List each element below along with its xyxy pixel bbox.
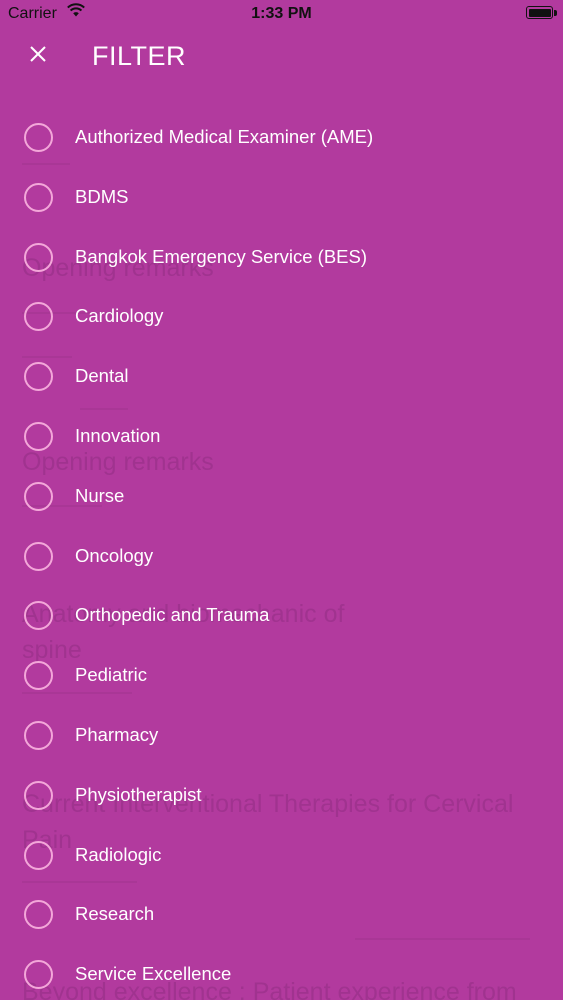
filter-option-label: Authorized Medical Examiner (AME) (75, 126, 374, 147)
filter-option-label: Dental (75, 365, 129, 387)
filter-option-label: Research (75, 903, 155, 925)
radio-button-icon[interactable] (24, 900, 53, 930)
filter-option-orthopedic[interactable]: Orthopedic and Trauma (0, 585, 563, 645)
filter-option-cardiology[interactable]: Cardiology (0, 286, 563, 346)
filter-option-label: Radiologic (75, 843, 162, 865)
filter-option-label: Pharmacy (75, 723, 159, 745)
status-time: 1:33 PM (251, 5, 312, 22)
filter-list: Authorized Medical Examiner (AME) BDMS B… (0, 107, 563, 1000)
filter-option-label: Orthopedic and Trauma (75, 604, 270, 626)
radio-button-icon[interactable] (24, 601, 53, 631)
filter-option-innovation[interactable]: Innovation (0, 406, 563, 466)
radio-button-icon[interactable] (24, 302, 53, 332)
filter-option-ame[interactable]: Authorized Medical Examiner (AME) (0, 107, 563, 167)
filter-option-label: Cardiology (75, 305, 164, 327)
filter-option-label: Nurse (75, 484, 125, 506)
radio-button-icon[interactable] (24, 123, 53, 152)
radio-button-icon[interactable] (24, 541, 53, 571)
filter-option-label: Bangkok Emergency Service (BES) (75, 245, 368, 267)
battery-level (528, 8, 551, 17)
close-icon (30, 46, 46, 62)
filter-option-label: Oncology (75, 544, 154, 566)
radio-button-icon[interactable] (24, 481, 53, 511)
radio-button-icon[interactable] (24, 242, 53, 272)
filter-option-label: BDMS (75, 185, 129, 207)
radio-button-icon[interactable] (24, 840, 53, 870)
battery-icon (526, 6, 553, 19)
filter-option-research[interactable]: Research (0, 884, 563, 944)
filter-option-physiotherapist[interactable]: Physiotherapist (0, 765, 563, 825)
status-bar: Carrier 1:33 PM (0, 0, 563, 30)
filter-option-label: Service Excellence (75, 963, 232, 985)
close-button[interactable] (22, 38, 54, 70)
filter-option-pharmacy[interactable]: Pharmacy (0, 705, 563, 765)
filter-option-dental[interactable]: Dental (0, 346, 563, 406)
filter-header: FILTER (0, 30, 563, 86)
radio-button-icon[interactable] (24, 421, 53, 451)
filter-screen: Opening remarks Opening remarks Anatomy … (0, 0, 563, 1000)
filter-option-nurse[interactable]: Nurse (0, 466, 563, 526)
radio-button-icon[interactable] (24, 780, 53, 810)
filter-option-bdms[interactable]: BDMS (0, 167, 563, 227)
radio-button-icon[interactable] (24, 960, 53, 990)
filter-option-label: Innovation (75, 424, 161, 446)
filter-option-label: Pediatric (75, 664, 147, 686)
filter-option-radiologic[interactable]: Radiologic (0, 825, 563, 885)
battery-tip (554, 10, 557, 16)
radio-button-icon[interactable] (24, 720, 53, 750)
filter-option-service-excellence[interactable]: Service Excellence (0, 944, 563, 1000)
page-title: FILTER (92, 41, 187, 71)
filter-option-bes[interactable]: Bangkok Emergency Service (BES) (0, 227, 563, 287)
filter-option-pediatric[interactable]: Pediatric (0, 645, 563, 705)
radio-button-icon[interactable] (24, 362, 53, 392)
radio-button-icon[interactable] (24, 182, 53, 212)
radio-button-icon[interactable] (24, 661, 53, 691)
filter-option-label: Physiotherapist (75, 783, 202, 805)
filter-option-oncology[interactable]: Oncology (0, 526, 563, 586)
